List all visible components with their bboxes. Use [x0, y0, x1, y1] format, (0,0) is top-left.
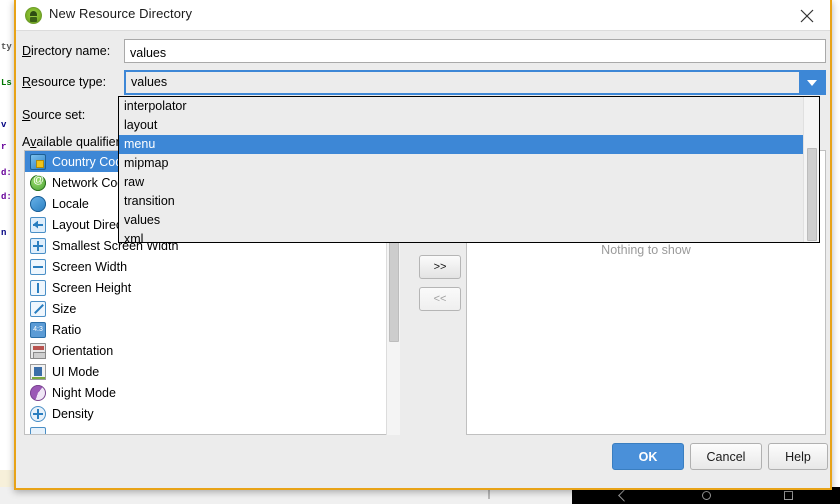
ltr-arrow-icon	[30, 216, 46, 233]
list-item[interactable]: Screen Height	[25, 277, 399, 298]
remove-qualifier-button[interactable]: <<	[419, 287, 461, 311]
new-resource-directory-dialog: New Resource Directory Directory name: R…	[14, 0, 832, 490]
dropdown-option-interpolator[interactable]: interpolator	[119, 97, 819, 116]
network-icon	[30, 174, 46, 191]
screen-root: ty Ls v r d: d: n New Resource Directory	[0, 0, 840, 504]
dropdown-option-transition[interactable]: transition	[119, 192, 819, 211]
ratio-icon	[30, 321, 46, 338]
dialog-title: New Resource Directory	[49, 6, 193, 21]
resource-type-dropdown-popup[interactable]: interpolator layout menu mipmap raw tran…	[118, 96, 820, 243]
touch-screen-icon	[30, 426, 46, 434]
dropdown-option-layout[interactable]: layout	[119, 116, 819, 135]
ui-mode-icon	[30, 363, 46, 380]
resource-type-value: values	[131, 75, 168, 89]
list-item[interactable]: Screen Width	[25, 256, 399, 277]
cancel-button[interactable]: Cancel	[690, 443, 762, 470]
list-item-label: Screen Width	[52, 259, 128, 274]
resource-type-label: Resource type:	[22, 75, 107, 89]
four-arrows-icon	[30, 237, 46, 254]
list-item-label: Screen Height	[52, 280, 132, 295]
flag-icon	[30, 153, 46, 170]
list-item[interactable]: Ratio	[25, 319, 399, 340]
code-fragment: v	[1, 120, 7, 130]
list-item[interactable]: UI Mode	[25, 361, 399, 382]
scrollbar-thumb[interactable]	[807, 148, 817, 241]
list-item-label: Night Mode	[52, 385, 116, 400]
help-button[interactable]: Help	[768, 443, 828, 470]
chevron-down-icon[interactable]	[799, 72, 824, 93]
directory-name-label: Directory name:	[22, 44, 111, 58]
diagonal-arrow-icon	[30, 300, 46, 317]
code-fragment: r	[1, 142, 7, 152]
ok-button[interactable]: OK	[612, 443, 684, 470]
horizontal-arrow-icon	[30, 258, 46, 275]
density-icon	[30, 405, 46, 422]
list-item[interactable]: Size	[25, 298, 399, 319]
dropdown-option-menu[interactable]: menu	[119, 135, 819, 154]
empty-state-text: Nothing to show	[601, 243, 691, 257]
recents-square-icon[interactable]	[784, 491, 793, 500]
close-icon[interactable]	[784, 0, 830, 31]
list-item-label: Density	[52, 406, 94, 421]
back-triangle-icon[interactable]	[618, 489, 631, 502]
list-item-label: Size	[52, 301, 77, 316]
editor-gutter-sliver: ty Ls v r d: d: n	[0, 0, 14, 504]
code-fragment: n	[1, 228, 7, 238]
dropdown-option-mipmap[interactable]: mipmap	[119, 154, 819, 173]
resource-type-combobox[interactable]: values	[124, 70, 826, 95]
dropdown-option-values[interactable]: values	[119, 211, 819, 230]
code-fragment: d:	[1, 192, 12, 202]
list-item-label: Orientation	[52, 343, 114, 358]
code-fragment: d:	[1, 168, 12, 178]
dropdown-option-raw[interactable]: raw	[119, 173, 819, 192]
add-qualifier-button[interactable]: >>	[419, 255, 461, 279]
dialog-titlebar: New Resource Directory	[16, 0, 830, 31]
list-item-label: Ratio	[52, 322, 82, 337]
available-qualifiers-label: Available qualifiers	[22, 135, 127, 149]
scrollbar-thumb[interactable]	[389, 242, 399, 342]
list-item[interactable]	[25, 424, 399, 434]
android-studio-icon	[25, 7, 42, 24]
directory-name-input[interactable]	[124, 39, 826, 63]
list-item-label: Locale	[52, 196, 89, 211]
home-circle-icon[interactable]	[702, 491, 711, 500]
list-item[interactable]: Night Mode	[25, 382, 399, 403]
list-item[interactable]: Orientation	[25, 340, 399, 361]
dropdown-option-xml[interactable]: xml	[119, 230, 819, 242]
vertical-arrow-icon	[30, 279, 46, 296]
night-mode-icon	[30, 384, 46, 401]
list-item[interactable]: Density	[25, 403, 399, 424]
code-fragment: Ls	[1, 78, 12, 88]
orientation-icon	[30, 342, 46, 359]
globe-icon	[30, 195, 46, 212]
list-item-label: UI Mode	[52, 364, 100, 379]
code-fragment: ty	[1, 42, 12, 52]
source-set-label: Source set:	[22, 108, 86, 122]
dropdown-scrollbar[interactable]	[803, 97, 819, 242]
